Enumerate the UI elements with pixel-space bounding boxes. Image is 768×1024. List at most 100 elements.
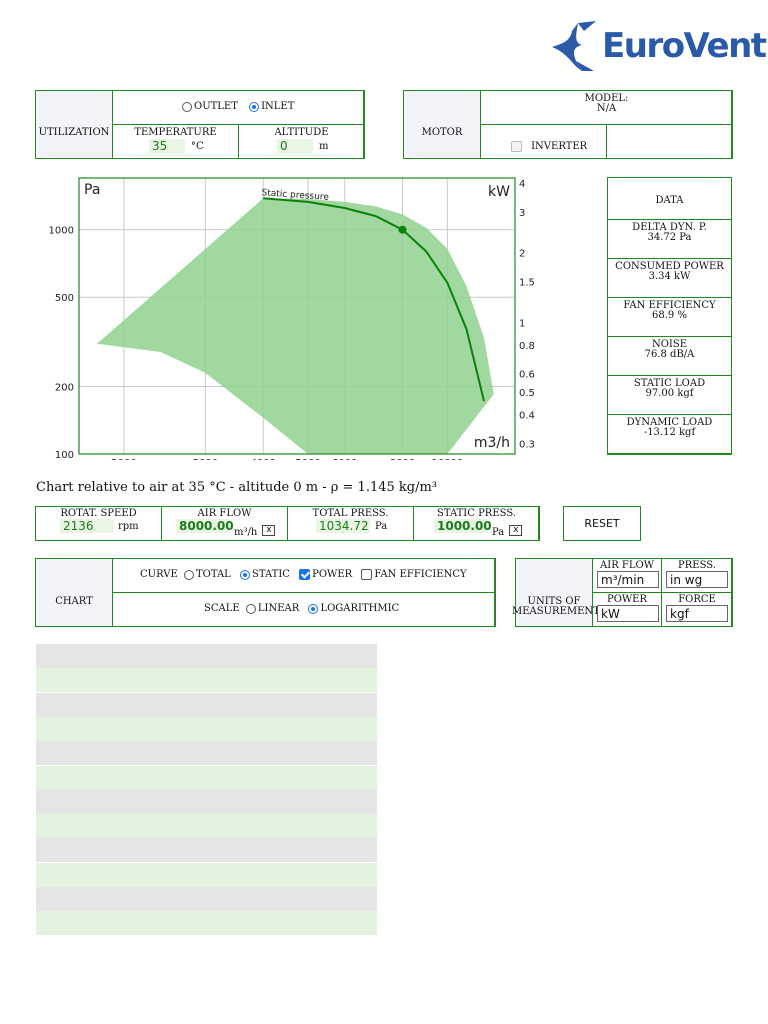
data-item-value: 97.00 kgf	[645, 388, 694, 399]
rot-speed-input[interactable]: 2136	[60, 519, 114, 533]
utilization-label-cell: UTILIZATION	[35, 90, 113, 159]
chart-options-panel: CHART CURVE TOTAL STATIC POWER FAN EFFIC…	[35, 558, 496, 627]
inverter-cell: INVERTER	[480, 124, 607, 159]
total-press-cell: TOTAL PRESS. 1034.72 Pa	[287, 506, 414, 541]
table-row	[36, 765, 377, 790]
y2-tick-label: 3	[519, 208, 525, 219]
power-checkbox[interactable]	[299, 569, 311, 580]
units-label-line2: MEASUREMENT	[512, 606, 600, 617]
y2-tick-label: 1	[519, 318, 525, 329]
data-item-value: 34.72 Pa	[647, 232, 692, 243]
curve-static-radio[interactable]	[240, 569, 251, 580]
x-tick-label: 4000	[250, 458, 275, 460]
airflow-clear-button[interactable]: x	[262, 525, 276, 536]
units-airflow-cell: AIR FLOW m³/min	[592, 558, 662, 593]
total-press-input[interactable]: 1034.72	[316, 519, 370, 533]
inverter-checkbox[interactable]	[511, 141, 522, 152]
x-tick-label: 6000	[332, 458, 357, 460]
altitude-cell: ALTITUDE 0 m	[238, 124, 365, 159]
scale-options-cell: SCALE LINEAR LOGARITHMIC	[112, 592, 496, 627]
motor-panel: MOTOR MODEL: N/A INVERTER	[403, 90, 733, 159]
curve-label: CURVE	[140, 569, 178, 580]
temperature-label: TEMPERATURE	[134, 127, 217, 138]
inlet-radio[interactable]	[249, 101, 260, 112]
data-item-delta-dyn: DELTA DYN. P. 34.72 Pa	[607, 219, 732, 259]
units-airflow-select[interactable]: m³/min	[597, 571, 659, 588]
inlet-label: INLET	[261, 101, 295, 112]
x-tick-label: 10000	[431, 458, 463, 460]
temperature-cell: TEMPERATURE 35 °C	[112, 124, 239, 159]
static-press-clear-button[interactable]: x	[509, 525, 523, 536]
airflow-cell: AIR FLOW 8000.00 m³/h x	[161, 506, 288, 541]
static-press-label: STATIC PRESS.	[436, 508, 516, 519]
y2-axis-title: kW	[488, 184, 510, 200]
data-item-noise: NOISE 76.8 dB/A	[607, 336, 732, 376]
table-row	[36, 741, 377, 766]
airflow-label: AIR FLOW	[197, 508, 252, 519]
units-force-select[interactable]: kgf	[666, 605, 728, 622]
x-tick-label: 5000	[295, 458, 320, 460]
curve-total-radio[interactable]	[183, 569, 194, 580]
units-press-select[interactable]: in wg	[666, 571, 728, 588]
table-row	[36, 668, 377, 693]
scale-linear-radio[interactable]	[245, 603, 256, 614]
utilization-panel: UTILIZATION OUTLET INLET TEMPERATURE 35 …	[35, 90, 365, 159]
table-row	[36, 887, 377, 911]
table-row	[36, 838, 377, 863]
table-row	[36, 644, 377, 668]
rot-speed-label: ROTAT. SPEED	[60, 508, 137, 519]
brand-name: EuroVent	[602, 26, 767, 66]
airflow-input[interactable]: 8000.00	[176, 519, 234, 533]
y2-tick-label: 0.8	[519, 341, 535, 352]
fan-curve-chart: Static pressure2000300040005000600080001…	[49, 177, 535, 460]
data-item-fan-efficiency: FAN EFFICIENCY 68.9 %	[607, 297, 732, 337]
outlet-radio[interactable]	[182, 101, 192, 112]
data-title-cell: DATA	[607, 177, 732, 220]
y2-tick-label: 0.6	[519, 370, 535, 381]
reset-button[interactable]: RESET	[563, 506, 641, 541]
power-label: POWER	[312, 569, 353, 580]
y-tick-label: 500	[55, 293, 74, 304]
units-power-select[interactable]: kW	[597, 605, 659, 622]
table-row	[36, 716, 377, 741]
fan-efficiency-label: FAN EFFICIENCY	[374, 569, 467, 580]
curve-options-cell: CURVE TOTAL STATIC POWER FAN EFFICIENCY	[112, 558, 496, 593]
data-item-static-load: STATIC LOAD 97.00 kgf	[607, 375, 732, 415]
y2-tick-label: 0.5	[519, 388, 535, 399]
temperature-input[interactable]: 35	[149, 139, 185, 153]
altitude-label: ALTITUDE	[274, 127, 329, 138]
scale-log-radio[interactable]	[308, 603, 319, 614]
motor-label: MOTOR	[421, 127, 463, 138]
data-item-value: 76.8 dB/A	[644, 349, 695, 360]
units-airflow-label: AIR FLOW	[600, 560, 654, 571]
total-press-label: TOTAL PRESS.	[312, 508, 389, 519]
units-press-label: PRESS.	[678, 560, 716, 571]
total-press-unit: Pa	[375, 521, 388, 532]
units-force-label: FORCE	[678, 594, 716, 605]
brand-logo: EuroVent	[548, 20, 767, 75]
data-item-value: 3.34 kW	[648, 271, 691, 282]
units-power-label: POWER	[606, 594, 648, 605]
x-tick-label: 2000	[111, 458, 136, 460]
inverter-label: INVERTER	[531, 141, 588, 152]
altitude-unit: m	[319, 141, 329, 152]
static-press-input[interactable]: 1000.00	[434, 519, 492, 533]
table-row	[36, 692, 377, 717]
operating-area	[97, 198, 494, 454]
table-row	[36, 862, 377, 887]
chart-options-label-cell: CHART	[35, 558, 113, 627]
units-power-cell: POWER kW	[592, 592, 662, 627]
motor-extra-cell	[606, 124, 733, 159]
model-value: N/A	[596, 103, 617, 114]
fan-efficiency-checkbox[interactable]	[361, 569, 373, 580]
chart-caption: Chart relative to air at 35 °C - altitud…	[36, 480, 438, 495]
altitude-input[interactable]: 0	[277, 139, 313, 153]
table-row	[36, 789, 377, 814]
units-press-cell: PRESS. in wg	[661, 558, 733, 593]
table-row	[36, 911, 377, 936]
operating-point-panel: ROTAT. SPEED 2136 rpm AIR FLOW 8000.00 m…	[35, 506, 540, 541]
data-item-consumed-power: CONSUMED POWER 3.34 kW	[607, 258, 732, 298]
model-cell: MODEL: N/A	[480, 90, 733, 125]
scale-log-label: LOGARITHMIC	[320, 603, 400, 614]
airflow-unit: m³/h	[234, 527, 258, 538]
